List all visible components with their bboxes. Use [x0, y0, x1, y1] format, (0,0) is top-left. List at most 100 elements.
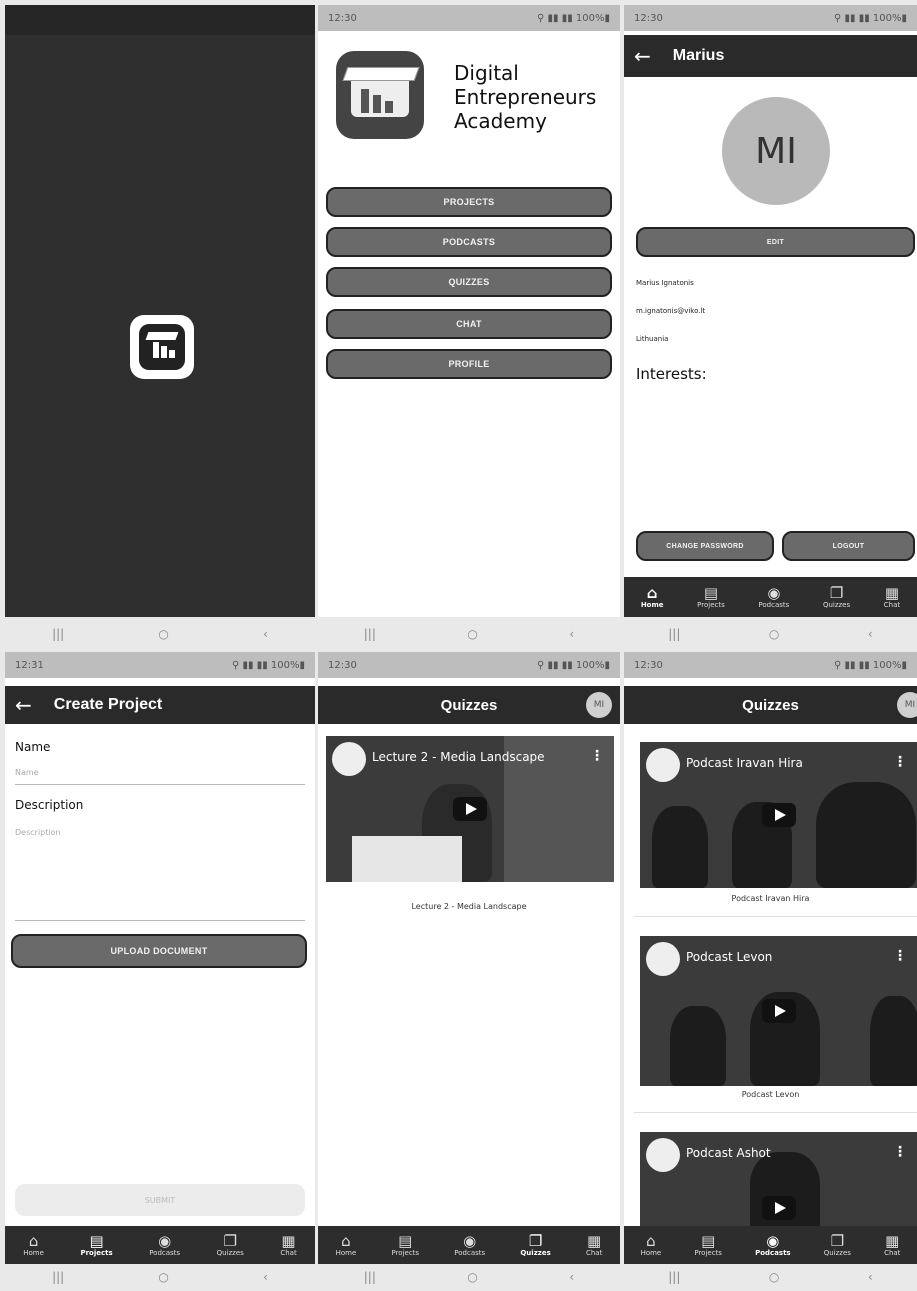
podcasts-button[interactable]: PODCASTS	[326, 227, 612, 257]
description-input[interactable]: Description	[15, 828, 295, 918]
video-player[interactable]: Podcast Ashot ⋮	[640, 1132, 917, 1226]
more-options-icon[interactable]: ⋮	[893, 948, 907, 964]
quizzes-button[interactable]: QUIZZES	[326, 267, 612, 297]
quiz-icon: ❐	[223, 1232, 237, 1250]
podcast-icon: ◉	[767, 584, 781, 602]
back-button[interactable]: ‹	[263, 1270, 268, 1284]
back-button[interactable]: ‹	[868, 627, 873, 641]
bottom-nav: ⌂ Home ▤ Projects ◉ Podcasts ❐ Quizzes ▦ Chat	[318, 1226, 620, 1264]
play-icon[interactable]	[761, 999, 796, 1023]
more-options-icon[interactable]: ⋮	[893, 1144, 907, 1160]
status-bar: 12:30 ⚲ ▮▮ ▮▮ 100%▮	[318, 652, 620, 678]
chat-icon: ▦	[884, 584, 900, 602]
submit-button[interactable]: SUBMIT	[15, 1184, 305, 1216]
recents-button[interactable]: |||	[668, 1270, 680, 1284]
back-button[interactable]: ‹	[868, 1270, 873, 1284]
video-player[interactable]: Lecture 2 - Media Landscape ⋮	[326, 736, 614, 882]
recents-button[interactable]: |||	[364, 1270, 376, 1284]
nav-quizzes[interactable]: ❐ Quizzes	[823, 585, 850, 609]
splash-status-area	[5, 5, 315, 35]
more-options-icon[interactable]: ⋮	[893, 754, 907, 770]
play-icon[interactable]	[761, 1196, 796, 1220]
system-nav-bar: ||| ○ ‹	[5, 1264, 315, 1290]
create-project-screen: 12:31 ⚲ ▮▮ ▮▮ 100%▮ ← Create Project Nam…	[5, 652, 315, 1264]
video-title: Podcast Levon	[686, 950, 773, 964]
more-options-icon[interactable]: ⋮	[590, 748, 604, 764]
edit-button[interactable]: EDIT	[636, 227, 915, 257]
nav-home[interactable]: ⌂ Home	[23, 1233, 44, 1257]
nav-home[interactable]: ⌂ Home	[641, 1233, 662, 1257]
quizzes-screen: 12:30 ⚲ ▮▮ ▮▮ 100%▮ Quizzes MI Lecture 2…	[318, 652, 620, 1264]
nav-podcasts[interactable]: ◉ Podcasts	[149, 1233, 180, 1257]
nav-chat[interactable]: ▦ Chat	[280, 1233, 296, 1257]
play-icon[interactable]	[761, 803, 796, 827]
nav-home[interactable]: ⌂ Home	[641, 585, 664, 609]
page-title: Quizzes	[440, 696, 498, 714]
status-icons: ⚲ ▮▮ ▮▮ 100%▮	[232, 659, 305, 671]
chat-icon: ▦	[885, 1232, 900, 1250]
system-nav-bar: ||| ○ ‹	[624, 1264, 917, 1290]
projects-button[interactable]: PROJECTS	[326, 187, 612, 217]
nav-quizzes[interactable]: ❐ Quizzes	[217, 1233, 244, 1257]
back-button[interactable]: ‹	[569, 627, 574, 641]
profile-screen: 12:30 ⚲ ▮▮ ▮▮ 100%▮ ← Marius MI EDIT Mar…	[624, 5, 917, 617]
avatar-initials: MI	[755, 130, 797, 172]
nav-projects[interactable]: ▤ Projects	[80, 1233, 112, 1257]
channel-logo-icon	[332, 742, 366, 776]
nav-podcasts[interactable]: ◉ Podcasts	[454, 1233, 485, 1257]
name-input[interactable]: Name	[15, 768, 295, 782]
play-icon[interactable]	[453, 797, 487, 821]
avatar[interactable]: MI	[897, 692, 917, 718]
status-bar: 12:30 ⚲ ▮▮ ▮▮ 100%▮	[624, 652, 917, 678]
nav-chat[interactable]: ▦ Chat	[884, 585, 900, 609]
user-full-name: Marius Ignatonis	[636, 279, 694, 287]
change-password-button[interactable]: CHANGE PASSWORD	[636, 531, 774, 561]
nav-quizzes[interactable]: ❐ Quizzes	[824, 1233, 851, 1257]
chat-icon: ▦	[587, 1232, 602, 1250]
back-arrow-icon[interactable]: ←	[634, 44, 651, 68]
nav-projects[interactable]: ▤ Projects	[391, 1233, 419, 1257]
back-button[interactable]: ‹	[263, 627, 268, 641]
app-logo-icon	[336, 51, 424, 139]
app-name-line2: Entrepreneurs	[454, 85, 597, 109]
upload-document-button[interactable]: UPLOAD DOCUMENT	[11, 934, 307, 968]
recents-button[interactable]: |||	[52, 627, 64, 641]
recents-button[interactable]: |||	[52, 1270, 64, 1284]
nav-podcasts[interactable]: ◉ Podcasts	[755, 1233, 791, 1257]
logout-button[interactable]: LOGOUT	[782, 531, 915, 561]
video-person	[652, 806, 708, 888]
home-button[interactable]: ○	[769, 627, 779, 641]
back-button[interactable]: ‹	[569, 1270, 574, 1284]
nav-chat[interactable]: ▦ Chat	[884, 1233, 900, 1257]
avatar[interactable]: MI	[586, 692, 612, 718]
home-button[interactable]: ○	[769, 1270, 779, 1284]
nav-chat[interactable]: ▦ Chat	[586, 1233, 602, 1257]
status-time: 12:30	[634, 659, 663, 671]
status-time: 12:31	[15, 659, 44, 671]
video-caption: Lecture 2 - Media Landscape	[411, 902, 527, 911]
home-icon: ⌂	[28, 1232, 39, 1250]
bottom-nav: ⌂ Home ▤ Projects ◉ Podcasts ❐ Quizzes ▦ Chat	[624, 1226, 917, 1264]
home-button[interactable]: ○	[467, 1270, 477, 1284]
app-logo-icon	[130, 315, 194, 379]
recents-button[interactable]: |||	[668, 627, 680, 641]
video-player[interactable]: Podcast Levon ⋮	[640, 936, 917, 1086]
recents-button[interactable]: |||	[364, 627, 376, 641]
nav-projects[interactable]: ▤ Projects	[697, 585, 725, 609]
video-player[interactable]: Podcast Iravan Hira ⋮	[640, 742, 917, 888]
divider	[634, 1112, 917, 1113]
profile-button[interactable]: PROFILE	[326, 349, 612, 379]
status-bar: 12:30 ⚲ ▮▮ ▮▮ 100%▮	[318, 5, 620, 31]
home-button[interactable]: ○	[158, 1270, 168, 1284]
nav-podcasts[interactable]: ◉ Podcasts	[758, 585, 789, 609]
home-button[interactable]: ○	[467, 627, 477, 641]
home-button[interactable]: ○	[158, 627, 168, 641]
video-caption: Podcast Iravan Hira	[731, 894, 810, 903]
nav-quizzes[interactable]: ❐ Quizzes	[520, 1233, 550, 1257]
back-arrow-icon[interactable]: ←	[15, 693, 32, 717]
podcast-icon: ◉	[158, 1232, 172, 1250]
user-country: Lithuania	[636, 335, 669, 343]
nav-projects[interactable]: ▤ Projects	[694, 1233, 722, 1257]
chat-button[interactable]: CHAT	[326, 309, 612, 339]
nav-home[interactable]: ⌂ Home	[336, 1233, 357, 1257]
